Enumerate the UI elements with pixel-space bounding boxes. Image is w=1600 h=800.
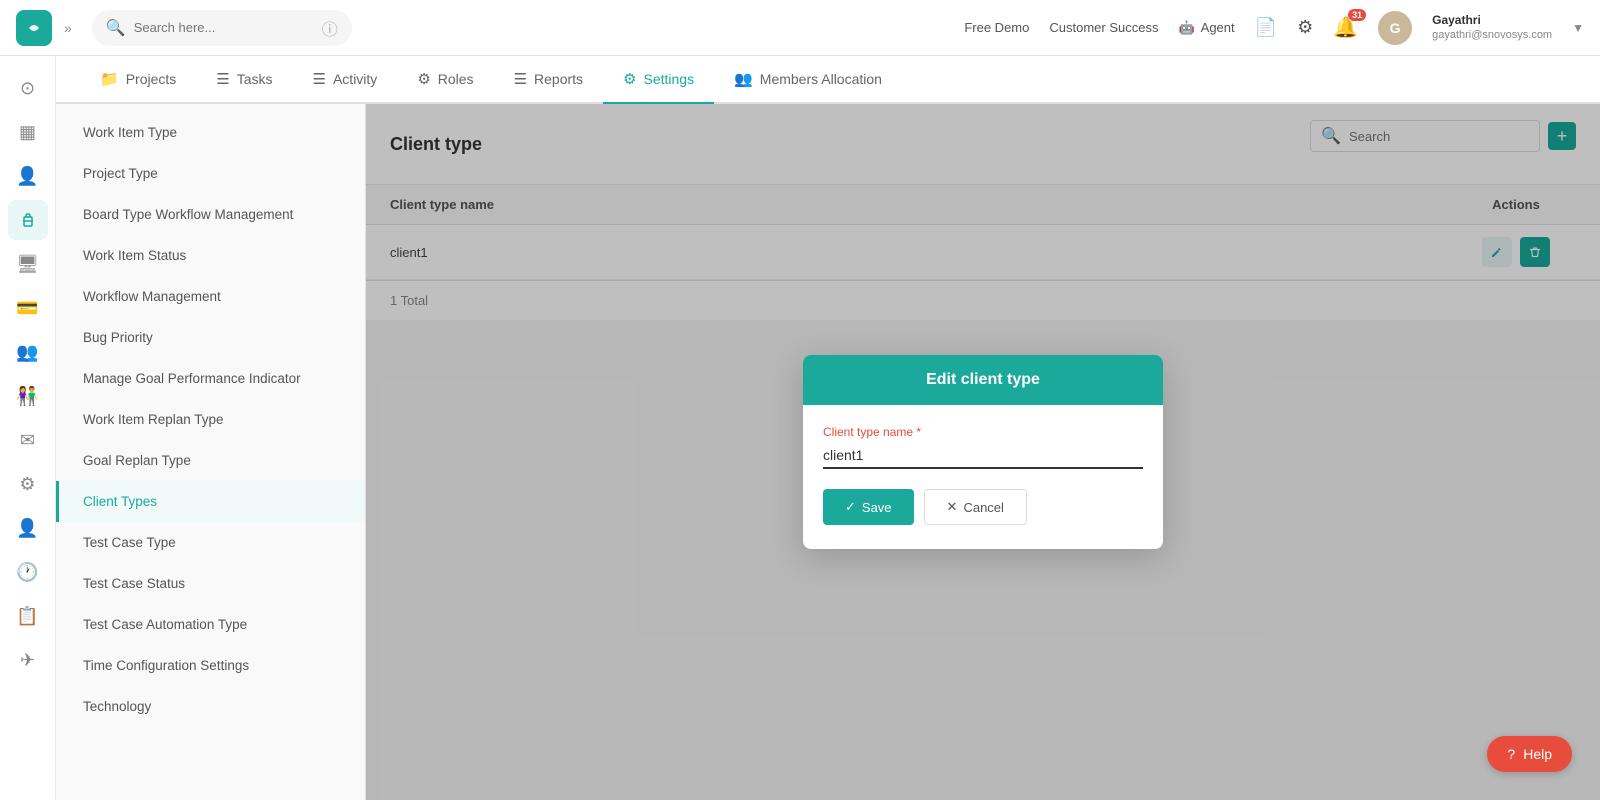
content-area: Work Item Type Project Type Board Type W… <box>56 104 1600 800</box>
menu-item-test-case-status[interactable]: Test Case Status <box>56 563 365 604</box>
tab-tasks[interactable]: ☰ Tasks <box>196 56 292 104</box>
menu-item-technology[interactable]: Technology <box>56 686 365 727</box>
topbar-search-box[interactable]: 🔍 ⓘ <box>92 10 352 46</box>
sidebar-item-settings[interactable]: ⚙ <box>8 464 48 504</box>
user-dropdown-icon[interactable]: ▼ <box>1572 21 1584 35</box>
nav-tabs: 📁 Projects ☰ Tasks ☰ Activity ⚙ Roles ☰ … <box>56 56 1600 104</box>
help-button[interactable]: ? Help <box>1487 736 1572 772</box>
search-input[interactable] <box>134 20 314 35</box>
topbar-actions: Free Demo Customer Success 🤖 Agent 📄 ⚙ 🔔… <box>964 11 1584 45</box>
left-sidebar: ⊙ ▦ 👤 🖥 💳 👥 👫 ✉ ⚙ 👤 🕐 📋 ✈ <box>0 56 56 800</box>
user-info: Gayathri gayathri@snovosys.com <box>1432 13 1552 43</box>
sidebar-item-home[interactable]: ⊙ <box>8 68 48 108</box>
menu-item-test-case-automation[interactable]: Test Case Automation Type <box>56 604 365 645</box>
info-icon: ⓘ <box>322 16 338 40</box>
client-type-name-input[interactable] <box>823 443 1143 469</box>
settings-top-button[interactable]: ⚙ <box>1297 17 1313 38</box>
menu-item-bug-priority[interactable]: Bug Priority <box>56 317 365 358</box>
modal-save-button[interactable]: ✓ Save <box>823 489 914 525</box>
doc-button[interactable]: 📄 <box>1255 17 1277 38</box>
search-icon: 🔍 <box>106 18 126 38</box>
menu-item-work-item-type[interactable]: Work Item Type <box>56 112 365 153</box>
members-icon: 👥 <box>734 70 753 88</box>
roles-icon: ⚙ <box>417 70 430 88</box>
reports-icon: ☰ <box>514 70 527 88</box>
cancel-x-icon: ✕ <box>947 499 958 515</box>
tab-projects[interactable]: 📁 Projects <box>80 56 196 104</box>
agent-button[interactable]: 🤖 Agent <box>1178 20 1234 36</box>
settings-menu: Work Item Type Project Type Board Type W… <box>56 104 366 800</box>
required-asterisk: * <box>916 425 921 439</box>
document-icon: 📄 <box>1255 17 1277 38</box>
menu-item-work-item-replan[interactable]: Work Item Replan Type <box>56 399 365 440</box>
projects-icon: 📁 <box>100 70 119 88</box>
sidebar-item-briefcase[interactable] <box>8 200 48 240</box>
main-area: 📁 Projects ☰ Tasks ☰ Activity ⚙ Roles ☰ … <box>56 56 1600 800</box>
app-logo <box>16 10 52 46</box>
modal-title: Edit client type <box>803 355 1163 405</box>
menu-item-goal-performance[interactable]: Manage Goal Performance Indicator <box>56 358 365 399</box>
notification-badge: 31 <box>1348 9 1366 21</box>
sidebar-item-user2[interactable]: 👤 <box>8 508 48 548</box>
customer-success-button[interactable]: Customer Success <box>1049 20 1158 35</box>
sidebar-item-team[interactable]: 👫 <box>8 376 48 416</box>
notification-wrap[interactable]: 🔔 31 <box>1333 15 1358 40</box>
tab-members[interactable]: 👥 Members Allocation <box>714 56 902 104</box>
menu-item-project-type[interactable]: Project Type <box>56 153 365 194</box>
edit-client-type-modal: Edit client type Client type name * ✓ Sa… <box>803 355 1163 549</box>
activity-icon: ☰ <box>313 70 326 88</box>
sidebar-item-report[interactable]: 📋 <box>8 596 48 636</box>
sidebar-item-mail[interactable]: ✉ <box>8 420 48 460</box>
menu-item-goal-replan[interactable]: Goal Replan Type <box>56 440 365 481</box>
tasks-icon: ☰ <box>216 70 229 88</box>
settings-nav-icon: ⚙ <box>623 70 636 88</box>
sidebar-item-card[interactable]: 💳 <box>8 288 48 328</box>
menu-item-workflow[interactable]: Workflow Management <box>56 276 365 317</box>
help-icon: ? <box>1507 746 1515 762</box>
modal-field-label: Client type name * <box>823 425 1143 439</box>
sidebar-item-monitor[interactable]: 🖥 <box>8 244 48 284</box>
tab-reports[interactable]: ☰ Reports <box>494 56 603 104</box>
tab-activity[interactable]: ☰ Activity <box>293 56 398 104</box>
free-demo-button[interactable]: Free Demo <box>964 20 1029 35</box>
modal-body: Client type name * ✓ Save ✕ Cancel <box>803 405 1163 549</box>
expand-icon[interactable]: » <box>64 20 72 36</box>
sidebar-item-dashboard[interactable]: ▦ <box>8 112 48 152</box>
sidebar-item-person[interactable]: 👤 <box>8 156 48 196</box>
topbar: » 🔍 ⓘ Free Demo Customer Success 🤖 Agent… <box>0 0 1600 56</box>
menu-item-time-config[interactable]: Time Configuration Settings <box>56 645 365 686</box>
menu-item-client-types[interactable]: Client Types <box>56 481 365 522</box>
gear-top-icon: ⚙ <box>1297 17 1313 38</box>
modal-actions: ✓ Save ✕ Cancel <box>823 489 1143 525</box>
menu-item-test-case-type[interactable]: Test Case Type <box>56 522 365 563</box>
tab-settings[interactable]: ⚙ Settings <box>603 56 714 104</box>
checkmark-icon: ✓ <box>845 499 856 515</box>
modal-cancel-button[interactable]: ✕ Cancel <box>924 489 1027 525</box>
menu-item-board-type[interactable]: Board Type Workflow Management <box>56 194 365 235</box>
agent-icon: 🤖 <box>1178 20 1194 36</box>
sidebar-item-send[interactable]: ✈ <box>8 640 48 680</box>
sidebar-item-group[interactable]: 👥 <box>8 332 48 372</box>
modal-overlay[interactable]: Edit client type Client type name * ✓ Sa… <box>366 104 1600 800</box>
tab-roles[interactable]: ⚙ Roles <box>397 56 493 104</box>
menu-item-work-item-status[interactable]: Work Item Status <box>56 235 365 276</box>
sidebar-item-clock[interactable]: 🕐 <box>8 552 48 592</box>
main-content: Client type 🔍 + Client type name Actions… <box>366 104 1600 800</box>
avatar: G <box>1378 11 1412 45</box>
